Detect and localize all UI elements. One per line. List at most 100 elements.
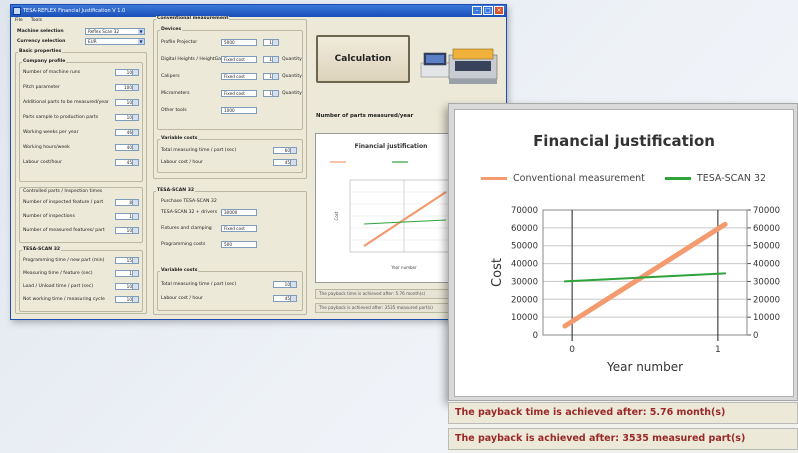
financial-chart: Financial justification Conventional mea…: [454, 109, 794, 397]
value-input[interactable]: 10: [115, 296, 139, 303]
value-input[interactable]: 1: [115, 270, 139, 277]
y2-tick-label: 20000: [753, 295, 780, 305]
y-tick-label: 0: [533, 331, 538, 341]
x-axis-label: Year number: [606, 360, 683, 374]
y-tick-label: 10000: [511, 313, 538, 323]
value-input[interactable]: 500: [221, 241, 257, 248]
quantity-stepper[interactable]: 1: [263, 39, 279, 46]
value-input[interactable]: 30000: [221, 209, 257, 216]
field-label: Parts sample to production parts: [23, 115, 99, 120]
currency-selection-label: Currency selection: [17, 39, 66, 44]
field-label: Number of inspections: [23, 214, 75, 219]
tesa-variable-title: Variable costs: [160, 268, 199, 273]
y2-tick-label: 60000: [753, 224, 780, 234]
conventional-title: Conventional measurement: [156, 16, 230, 21]
value-input[interactable]: 10: [115, 227, 139, 234]
window-titlebar: TESA-REFLEX Financial Justification V 1.…: [11, 5, 506, 17]
menu-file[interactable]: File: [15, 17, 23, 25]
y-tick-label: 30000: [511, 277, 538, 287]
x-tick-label: 1: [715, 345, 721, 355]
quantity-stepper[interactable]: 1: [263, 90, 279, 97]
payback-parts-text: The payback is achieved after: 3535 meas…: [448, 428, 798, 450]
value-input[interactable]: 1000: [221, 107, 257, 114]
tesa-scan-title: TESA-SCAN 32: [22, 247, 62, 252]
field-label: Load / Unload time / part (sec): [23, 284, 94, 289]
value-input[interactable]: 1: [115, 213, 139, 220]
chart-svg: 0 10000 20000 30000 40000 50000 60000 70000 0 100…: [490, 206, 780, 374]
close-icon[interactable]: ×: [494, 6, 504, 15]
value-input[interactable]: 15: [115, 257, 139, 264]
y-axis-label: Cost: [490, 258, 505, 287]
quantity-stepper[interactable]: 1: [263, 56, 279, 63]
calculation-button[interactable]: Calculation: [316, 35, 410, 83]
quantity-stepper[interactable]: 1: [263, 73, 279, 80]
value-input[interactable]: Fixed cost: [221, 73, 257, 80]
y2-tick-label: 30000: [753, 277, 780, 287]
measuring-machine-image: [420, 48, 498, 84]
value-input[interactable]: 10: [115, 69, 139, 76]
field-label: Number of machine runs: [23, 70, 81, 75]
machine-selection-dropdown[interactable]: Reflex Scan 32 ▼: [85, 28, 145, 35]
field-label: Total measuring time / part (sec): [161, 148, 237, 153]
machine-selection-label: Machine selection: [17, 29, 64, 34]
field-label: Number of inspected feature / part: [23, 200, 104, 205]
field-label: Working weeks per year: [23, 130, 79, 135]
tesa-purchase-title: Purchase TESA-SCAN 32: [161, 199, 217, 204]
y2-tick-label: 10000: [753, 313, 780, 323]
payback-time-text: The payback time is achieved after: 5.76…: [448, 402, 798, 424]
value-input[interactable]: 40: [115, 144, 139, 151]
field-label: Micrometers: [161, 91, 190, 96]
field-label: Programming costs: [161, 242, 206, 247]
window-title: TESA-REFLEX Financial Justification V 1.…: [23, 8, 126, 14]
menu-tools[interactable]: Tools: [31, 17, 42, 25]
value-input[interactable]: Fixed cost: [221, 56, 257, 63]
value-input[interactable]: 60: [273, 147, 297, 154]
y2-tick-label: 70000: [753, 206, 780, 216]
y-tick-label: 60000: [511, 224, 538, 234]
value-input[interactable]: 10: [115, 114, 139, 121]
field-label: Fixtures and clamping: [161, 226, 212, 231]
devices-title: Devices: [160, 27, 183, 32]
y2-tick-label: 0: [753, 331, 758, 341]
value-input[interactable]: 45: [273, 159, 297, 166]
chevron-down-icon: ▼: [138, 39, 144, 44]
field-label: Measuring time / feature (sec): [23, 271, 93, 276]
unit-label: Quantity: [282, 91, 302, 96]
field-label: Programming time / new part (min): [23, 258, 105, 263]
mini-chart-xlabel: Year number: [390, 265, 417, 270]
x-tick-label: 0: [569, 345, 575, 355]
app-icon: [13, 7, 21, 15]
value-input[interactable]: 8: [115, 199, 139, 206]
field-label: TESA-SCAN 32 + drivers: [161, 210, 218, 215]
mini-chart-title: Financial justification: [355, 143, 428, 150]
parts-per-year-label: Number of parts measured/year: [316, 113, 414, 119]
value-input[interactable]: Fixed cost: [221, 90, 257, 97]
app-window: TESA-REFLEX Financial Justification V 1.…: [10, 4, 507, 320]
field-label: Additional parts to be measured/year: [23, 100, 109, 105]
chevron-down-icon: ▼: [138, 29, 144, 34]
field-label: Labour cost / hour: [161, 160, 203, 165]
value-input[interactable]: 45: [273, 295, 297, 302]
value-input[interactable]: 5000: [221, 39, 257, 46]
conventional-variable-title: Variable costs: [160, 136, 199, 141]
currency-selection-dropdown[interactable]: EUR ▼: [85, 38, 145, 45]
field-label: Other tools: [161, 108, 187, 113]
value-input[interactable]: 46: [115, 129, 139, 136]
company-profile-title: Company profile: [22, 59, 67, 64]
value-input[interactable]: 10: [273, 281, 297, 288]
field-label: Digital Heights / HeightGauge: [161, 57, 230, 62]
value-input[interactable]: 10: [115, 283, 139, 290]
tesa-machine-title: TESA-SCAN 32: [156, 188, 196, 193]
value-input[interactable]: 100: [115, 84, 139, 91]
value-input[interactable]: 10: [115, 99, 139, 106]
mini-payback-parts: The payback is achieved after: 3535 meas…: [315, 303, 465, 313]
value-input[interactable]: Fixed cost: [221, 225, 257, 232]
y-tick-label: 70000: [511, 206, 538, 216]
mini-chart: Financial justification Year number Cost: [315, 133, 465, 283]
value-input[interactable]: 45: [115, 159, 139, 166]
y-tick-label: 20000: [511, 295, 538, 305]
y-tick-label: 40000: [511, 260, 538, 270]
maximize-icon[interactable]: □: [483, 6, 493, 15]
y2-tick-label: 40000: [753, 260, 780, 270]
minimize-icon[interactable]: –: [472, 6, 482, 15]
